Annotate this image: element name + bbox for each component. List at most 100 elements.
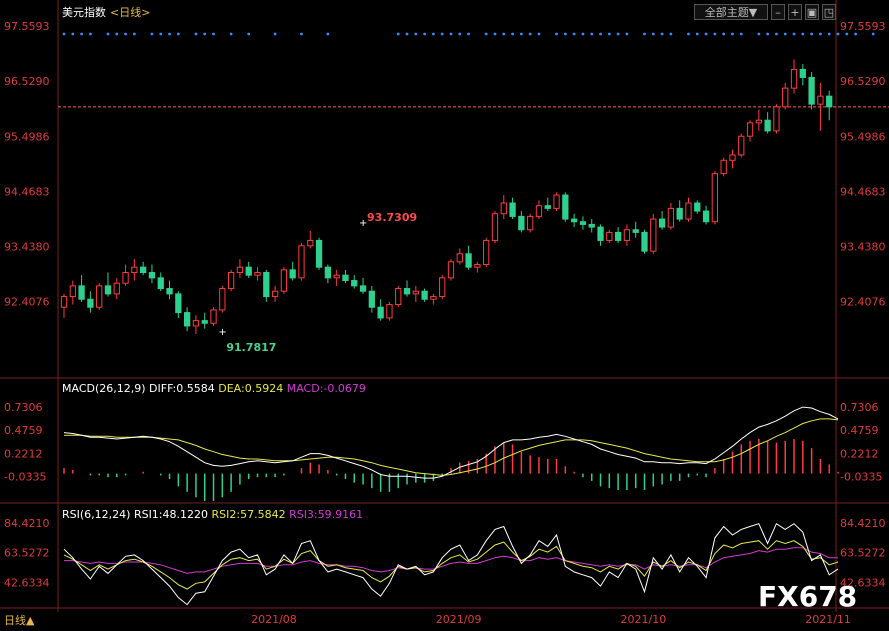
candle-body bbox=[685, 202, 692, 220]
signal-dot bbox=[572, 32, 576, 36]
signal-dot bbox=[440, 32, 444, 36]
chart-title: 美元指数 bbox=[62, 5, 106, 19]
rsi3-value: RSI3:59.9161 bbox=[289, 508, 363, 521]
expand-icon[interactable]: ◳ bbox=[822, 4, 836, 20]
candle-body bbox=[104, 285, 112, 295]
candle-body bbox=[720, 159, 727, 175]
signal-dot bbox=[871, 32, 875, 36]
signal-dot bbox=[493, 32, 497, 36]
restore-icon[interactable]: ▣ bbox=[805, 4, 819, 20]
rsi-tick-right: 63.5272 bbox=[840, 547, 886, 560]
signal-dot bbox=[695, 32, 699, 36]
candle-body bbox=[553, 194, 560, 209]
candle-body bbox=[465, 253, 472, 268]
macd-macd-value: MACD:-0.0679 bbox=[287, 382, 366, 395]
candle-body bbox=[69, 285, 76, 298]
candle-body bbox=[755, 119, 762, 124]
candle-body bbox=[623, 229, 631, 241]
price-tick-right: 96.5290 bbox=[840, 75, 886, 88]
candle-body bbox=[60, 296, 68, 308]
price-tick-left: 97.5593 bbox=[4, 20, 50, 33]
candle-body bbox=[210, 309, 217, 324]
signal-dot bbox=[775, 32, 778, 36]
macd-title: MACD(26,12,9) bbox=[62, 382, 149, 395]
price-tick-right: 97.5593 bbox=[840, 20, 886, 33]
zoom-out-button[interactable]: – bbox=[771, 4, 785, 20]
candle-body bbox=[729, 154, 736, 161]
period-label: <日线> bbox=[110, 5, 150, 19]
candle-body bbox=[738, 135, 745, 156]
candle-body bbox=[245, 266, 252, 276]
signal-dot bbox=[810, 32, 814, 36]
signal-dot bbox=[731, 32, 734, 36]
x-tick-label: 2021/11 bbox=[805, 613, 851, 626]
candle-body bbox=[764, 119, 771, 132]
candle-body bbox=[702, 210, 710, 223]
candle-body bbox=[298, 245, 305, 279]
signal-dot bbox=[854, 32, 857, 36]
signal-dot bbox=[599, 32, 602, 36]
rsi-tick-left: 42.6334 bbox=[4, 576, 50, 589]
macd-tick-left: 0.7306 bbox=[4, 401, 43, 414]
candle-body bbox=[280, 269, 288, 292]
rsi-tick-left: 63.5272 bbox=[4, 547, 50, 560]
candle-body bbox=[597, 226, 604, 241]
candle-body bbox=[386, 304, 393, 319]
extreme-label: 91.7817 bbox=[226, 341, 276, 354]
rsi2-value: RSI2:57.5842 bbox=[212, 508, 290, 521]
signal-dot bbox=[590, 32, 594, 36]
signal-dot bbox=[150, 32, 154, 36]
signal-dot bbox=[607, 32, 611, 36]
x-tick-label: 2021/10 bbox=[621, 613, 667, 626]
theme-selector-button[interactable]: 全部主题▼ bbox=[694, 4, 768, 20]
signal-dot bbox=[168, 32, 171, 36]
signal-dot bbox=[827, 32, 831, 36]
candle-body bbox=[518, 215, 525, 231]
candle-body bbox=[614, 231, 622, 241]
signal-dot bbox=[651, 32, 655, 36]
candle-body bbox=[676, 207, 683, 220]
signal-dot bbox=[326, 32, 330, 36]
signal-dot bbox=[704, 32, 708, 36]
watermark-text: FX678 bbox=[758, 580, 857, 613]
signal-dot bbox=[801, 32, 805, 36]
price-tick-right: 94.4683 bbox=[840, 185, 886, 198]
zoom-in-button[interactable]: + bbox=[788, 4, 802, 20]
signal-dot bbox=[212, 32, 215, 36]
candle-body bbox=[113, 282, 120, 295]
signal-dot bbox=[203, 32, 207, 36]
candle-body bbox=[192, 320, 200, 327]
signal-dot bbox=[300, 32, 303, 36]
signal-dot bbox=[792, 32, 796, 36]
signal-dot bbox=[819, 32, 822, 36]
candle-body bbox=[351, 280, 358, 287]
candle-body bbox=[658, 218, 666, 228]
candle-body bbox=[667, 207, 675, 228]
candle-body bbox=[236, 266, 244, 274]
candle-body bbox=[562, 194, 569, 220]
signal-dot bbox=[511, 32, 514, 36]
signal-dot bbox=[273, 32, 277, 36]
signal-dot bbox=[722, 32, 726, 36]
candle-body bbox=[500, 202, 507, 215]
macd-tick-left: 0.2212 bbox=[4, 447, 43, 460]
candle-body bbox=[395, 288, 402, 306]
candle-body bbox=[606, 231, 613, 241]
price-tick-right: 92.4076 bbox=[840, 295, 886, 308]
candle-body bbox=[527, 215, 534, 231]
candle-body bbox=[148, 272, 156, 279]
candle-body bbox=[122, 272, 129, 284]
x-tick-label: 2021/09 bbox=[436, 613, 482, 626]
candle-body bbox=[711, 173, 719, 223]
price-tick-right: 95.4986 bbox=[840, 130, 886, 143]
candle-body bbox=[773, 106, 780, 132]
signal-dot bbox=[757, 32, 761, 36]
background bbox=[0, 0, 889, 631]
signal-dot bbox=[176, 32, 180, 36]
candle-body bbox=[368, 290, 375, 308]
candle-body bbox=[430, 296, 437, 300]
signal-dot bbox=[194, 32, 198, 36]
candle-body bbox=[483, 239, 490, 265]
macd-tick-right: 0.2212 bbox=[840, 447, 879, 460]
chart-canvas: 美元指数 <日线> 97.5593 97.5593 96.5290 96.5290 95.4… bbox=[0, 0, 889, 631]
